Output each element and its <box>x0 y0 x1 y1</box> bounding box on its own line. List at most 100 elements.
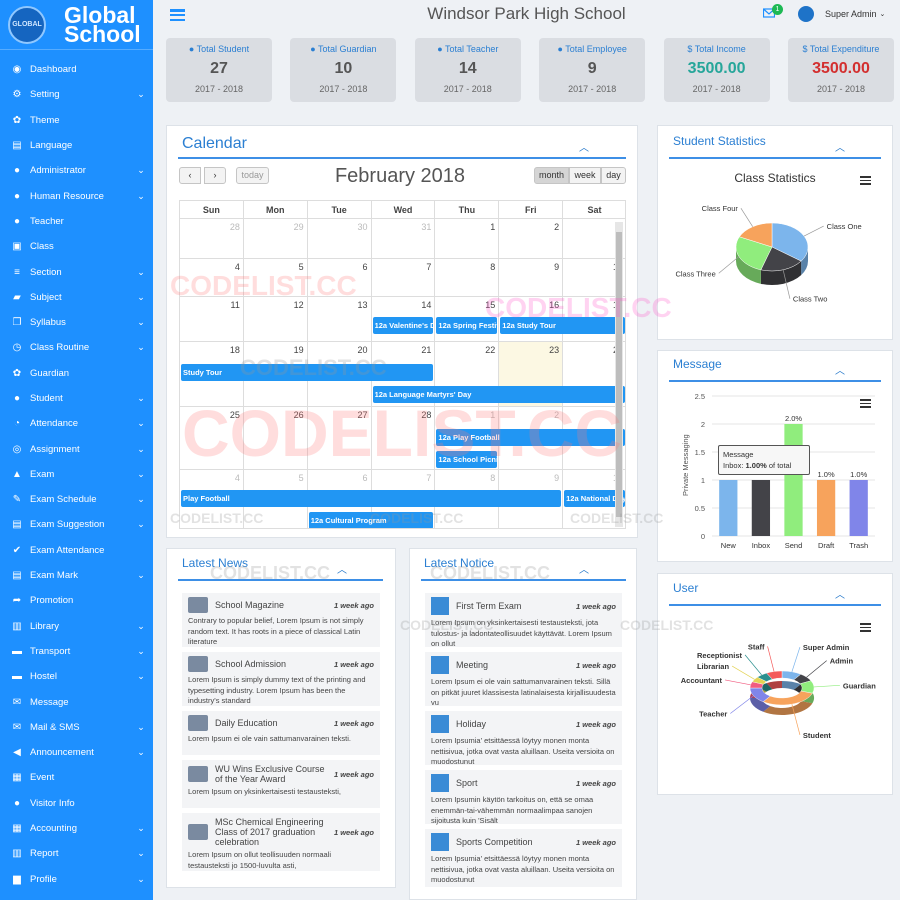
calendar-event[interactable]: 12a Spring Festival <box>436 317 498 334</box>
sidebar-item-exam-schedule[interactable]: ✎ Exam Schedule ⌄ <box>0 487 153 512</box>
month-view-button[interactable]: month <box>534 167 569 184</box>
sidebar-item-administrator[interactable]: ● Administrator ⌄ <box>0 158 153 183</box>
sidebar-item-assignment[interactable]: ◎ Assignment ⌄ <box>0 436 153 461</box>
calendar-day[interactable]: 6 <box>307 259 372 297</box>
calendar-day[interactable]: 2 <box>499 219 564 259</box>
list-item[interactable]: Meeting 1 week ago Lorem Ipsum ei ole vain… <box>425 652 622 707</box>
sidebar-item-class[interactable]: ▣ Class <box>0 234 153 259</box>
sidebar-item-exam[interactable]: ▲ Exam ⌄ <box>0 462 153 487</box>
sidebar-item-event[interactable]: ▦ Event <box>0 765 153 790</box>
day-view-button[interactable]: day <box>601 167 626 184</box>
bar[interactable] <box>849 480 868 536</box>
sidebar-item-profile[interactable]: ▆ Profile ⌄ <box>0 867 153 892</box>
sidebar-item-exam-attendance[interactable]: ✔ Exam Attendance <box>0 538 153 563</box>
calendar-event[interactable]: 12a Valentine's Day <box>372 317 434 334</box>
week-view-button[interactable]: week <box>569 167 601 184</box>
sidebar-item-language[interactable]: ▤ Language <box>0 133 153 158</box>
list-item[interactable]: Holiday 1 week ago Lorem Ipsumia' etsittäe… <box>425 711 622 766</box>
calendar-event[interactable]: Play Football <box>181 490 562 507</box>
calendar-event[interactable]: 12a School Picnic <box>436 451 498 468</box>
list-item[interactable]: WU Wins Exclusive Course of the Year Awa… <box>182 760 380 808</box>
stat-title: Total Student <box>196 44 250 54</box>
next-month-button[interactable]: › <box>204 167 226 184</box>
chevron-down-icon: ⌄ <box>137 468 145 479</box>
list-item[interactable]: School Admission 1 week ago Lorem Ipsum is… <box>182 652 380 706</box>
calendar-event[interactable]: 12a Play Football <box>436 429 625 446</box>
calendar-day[interactable]: 26 <box>243 407 308 470</box>
calendar-day[interactable]: 31 <box>371 219 436 259</box>
calendar-day[interactable]: 5 <box>243 259 308 297</box>
bar[interactable] <box>751 480 771 536</box>
calendar-day[interactable]: 28 <box>371 407 436 470</box>
sidebar-item-mail-sms[interactable]: ✉ Mail & SMS ⌄ <box>0 715 153 740</box>
calendar-day[interactable]: 12 <box>243 297 308 342</box>
sidebar-item-guardian[interactable]: ✿ Guardian <box>0 361 153 386</box>
logo[interactable]: GLOBAL Global School <box>0 0 153 50</box>
sidebar-item-human-resource[interactable]: ● Human Resource ⌄ <box>0 183 153 208</box>
x-tick-label: Draft <box>818 541 835 550</box>
sidebar-item-exam-mark[interactable]: ▤ Exam Mark ⌄ <box>0 563 153 588</box>
bar[interactable] <box>816 480 836 536</box>
latest-news-title: Latest News <box>182 556 249 570</box>
sidebar-item-subject[interactable]: ▰ Subject ⌄ <box>0 285 153 310</box>
collapse-caret-icon[interactable]: ︿ <box>834 139 846 154</box>
sidebar-item-teacher[interactable]: ● Teacher <box>0 209 153 234</box>
subject-icon: ▰ <box>13 291 21 303</box>
calendar-day[interactable]: 29 <box>243 219 308 259</box>
sidebar-item-setting[interactable]: ⚙ Setting ⌄ <box>0 82 153 107</box>
sidebar-item-message[interactable]: ✉ Message <box>0 689 153 714</box>
collapse-caret-icon[interactable]: ︿ <box>578 561 590 576</box>
chart-menu-icon[interactable] <box>860 623 871 632</box>
sidebar-item-report[interactable]: ▥ Report ⌄ <box>0 841 153 866</box>
sidebar-item-announcement[interactable]: ◀ Announcement ⌄ <box>0 740 153 765</box>
sidebar-item-student[interactable]: ● Student ⌄ <box>0 386 153 411</box>
sidebar-item-promotion[interactable]: ➦ Promotion <box>0 588 153 613</box>
calendar-scrollbar[interactable] <box>615 222 623 527</box>
list-item[interactable]: First Term Exam 1 week ago Lorem Ipsum on … <box>425 593 622 648</box>
calendar-event[interactable]: 12a Study Tour <box>500 317 625 334</box>
list-item[interactable]: School Magazine 1 week ago Contrary to pop… <box>182 593 380 647</box>
calendar-event[interactable]: 12a Language Martyrs' Day <box>372 386 625 403</box>
sidebar-item-theme[interactable]: ✿ Theme <box>0 108 153 133</box>
chart-menu-icon[interactable] <box>860 176 871 185</box>
sidebar-item-visitor-info[interactable]: ● Visitor Info <box>0 791 153 816</box>
sidebar-item-transport[interactable]: ▬ Transport ⌄ <box>0 639 153 664</box>
sidebar-item-syllabus[interactable]: ❐ Syllabus ⌄ <box>0 310 153 335</box>
sidebar-item-hostel[interactable]: ▬ Hostel ⌄ <box>0 664 153 689</box>
prev-month-button[interactable]: ‹ <box>179 167 201 184</box>
calendar-day[interactable]: 11 <box>180 297 244 342</box>
sidebar-item-class-routine[interactable]: ◷ Class Routine ⌄ <box>0 335 153 360</box>
list-item[interactable]: Sport 1 week ago Lorem Ipsumin käytön tark… <box>425 770 622 825</box>
collapse-caret-icon[interactable]: ︿ <box>578 139 590 154</box>
calendar-day[interactable]: 13 <box>307 297 372 342</box>
list-item[interactable]: Daily Education 1 week ago Lorem Ipsum ei … <box>182 711 380 755</box>
collapse-caret-icon[interactable]: ︿ <box>834 586 846 601</box>
calendar-day[interactable]: 7 <box>371 259 436 297</box>
calendar-day[interactable]: 1 <box>435 219 500 259</box>
user-menu[interactable]: Super Admin ⌄ <box>798 6 885 22</box>
collapse-caret-icon[interactable]: ︿ <box>834 362 846 377</box>
hamburger-menu-icon[interactable] <box>170 9 185 21</box>
bar[interactable] <box>719 480 738 536</box>
calendar-day[interactable]: 28 <box>180 219 244 259</box>
calendar-event[interactable]: Study Tour <box>181 364 434 381</box>
calendar-day[interactable]: 8 <box>435 259 500 297</box>
sidebar-item-accounting[interactable]: ▦ Accounting ⌄ <box>0 816 153 841</box>
calendar-day[interactable]: 4 <box>180 259 244 297</box>
calendar-day[interactable]: 27 <box>307 407 372 470</box>
calendar-event[interactable]: 12a Cultural Program <box>308 512 434 528</box>
sidebar-item-section[interactable]: ≡ Section ⌄ <box>0 259 153 284</box>
calendar-day[interactable]: 30 <box>307 219 372 259</box>
calendar-day[interactable]: 9 <box>499 259 564 297</box>
mail-notification-button[interactable]: 1 <box>762 4 783 20</box>
today-button[interactable]: today <box>236 167 269 184</box>
collapse-caret-icon[interactable]: ︿ <box>336 561 348 576</box>
list-item[interactable]: MSc Chemical Engineering Class of 2017 g… <box>182 813 380 871</box>
sidebar-item-attendance[interactable]: ◔ Attendance ⌄ <box>0 411 153 436</box>
list-item[interactable]: Sports Competition 1 week ago Lorem Ipsumi… <box>425 829 622 887</box>
sidebar-item-dashboard[interactable]: ◉ Dashboard <box>0 57 153 82</box>
sidebar-item-library[interactable]: ▥ Library ⌄ <box>0 614 153 639</box>
bar[interactable] <box>784 424 803 536</box>
calendar-day[interactable]: 25 <box>180 407 244 470</box>
sidebar-item-exam-suggestion[interactable]: ▤ Exam Suggestion ⌄ <box>0 512 153 537</box>
